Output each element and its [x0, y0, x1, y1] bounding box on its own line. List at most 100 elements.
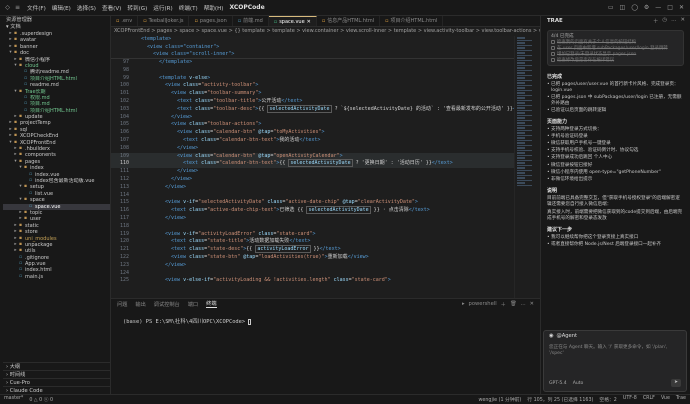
new-chat-icon[interactable]: ＋	[653, 17, 658, 25]
code-line[interactable]: 114	[111, 192, 540, 200]
code-line[interactable]: 123 </view>	[111, 262, 540, 270]
maximize-button[interactable]: □	[667, 4, 673, 11]
chat-input[interactable]: 您正在与 Agent 聊天。输入 '/' 获取更多命令，如 '/plan', '…	[544, 341, 686, 361]
bullet-item: 支持登录成功后跳回 个人中心	[541, 155, 690, 162]
code-line[interactable]: 118	[111, 223, 540, 231]
menu-item[interactable]: 转到(G)	[127, 4, 147, 12]
status-item[interactable]: wengjie (1 分钟前)	[478, 396, 521, 403]
code-token: activityLoadError	[255, 245, 311, 254]
split-icon[interactable]: ◫	[620, 4, 626, 11]
code-line[interactable]: 101 <view class="toolbar-summary">	[111, 90, 540, 98]
more-icon[interactable]: …	[520, 301, 525, 307]
sidebar-panel-header[interactable]: › 时间线	[3, 370, 110, 378]
code-line[interactable]: 116 <text class="active-date-chip-text">已…	[111, 206, 540, 215]
code-line[interactable]: 106 <view class="calendar-btn" @tap="toMy…	[111, 129, 540, 137]
line-number: 111	[119, 168, 129, 175]
history-icon[interactable]: ◷	[662, 17, 667, 25]
more-icon[interactable]: …	[671, 17, 676, 25]
account-icon[interactable]: ◯	[631, 4, 638, 11]
panel-tab[interactable]: 输出	[135, 301, 145, 308]
minimap-line	[517, 39, 532, 41]
code-line[interactable]: 100 <view class="activity-toolbar">	[111, 82, 540, 90]
code-line[interactable]: 104 </view>	[111, 114, 540, 122]
terminal-shell-label[interactable]: powershell	[469, 301, 497, 307]
code-line[interactable]: 121 <text class="state-desc">{{ activityL…	[111, 245, 540, 254]
menu-item[interactable]: 选择(S)	[77, 4, 96, 12]
editor-tab[interactable]: ▫ pages.json	[189, 16, 233, 26]
code-line[interactable]: 105 <view class="toolbar-actions">	[111, 121, 540, 129]
editor-tab[interactable]: ▫ .env	[111, 16, 139, 26]
close-panel-icon[interactable]: ✕	[530, 301, 534, 307]
code-line[interactable]: 107 <text class="calendar-btn-text">我的活动<…	[111, 137, 540, 145]
minimap-line	[517, 154, 532, 156]
settings-icon[interactable]: ⚙	[644, 4, 649, 11]
add-terminal-icon[interactable]: ＋	[501, 301, 506, 308]
code-token: </text>	[289, 238, 311, 245]
terminal-output[interactable]: (base) PS E:\SM\社科\4四川OPC\XCOPCode>	[111, 309, 540, 325]
panel-tab[interactable]: 调试控制台	[154, 301, 180, 308]
panel-tab[interactable]: 问题	[117, 301, 127, 308]
menu-item[interactable]: 终端(T)	[179, 4, 198, 12]
code-line[interactable]: 98	[111, 67, 540, 75]
status-item[interactable]: 0 △ 0 ⓧ 0	[29, 396, 53, 403]
minimize-button[interactable]: —	[655, 4, 661, 11]
code-line[interactable]: 111 </view>	[111, 168, 540, 176]
breadcrumb[interactable]: XCOPFrontEnd > pages > space > space.vue…	[111, 27, 540, 36]
editor-tab[interactable]: ▫ 前端.md	[233, 16, 269, 26]
code-token: <text	[171, 207, 190, 214]
code-line[interactable]: 113 </view>	[111, 184, 540, 192]
close-button[interactable]: ✕	[679, 4, 684, 11]
minimap-line	[517, 179, 532, 181]
code-line[interactable]: 103 <text class="toolbar-desc">{{ selecte…	[111, 104, 540, 114]
status-item[interactable]: UTF-8	[623, 396, 637, 403]
code-line[interactable]: 124	[111, 270, 540, 278]
menu-item[interactable]: 运行(R)	[153, 4, 172, 12]
model-selector[interactable]: GPT-5.4	[549, 381, 567, 386]
close-icon[interactable]: ✕	[307, 17, 311, 27]
menu-item[interactable]: 编辑(E)	[52, 4, 71, 12]
minimap-line	[517, 92, 525, 94]
panel-tab[interactable]: 端口	[188, 301, 198, 308]
menu-icon[interactable]: ≡	[14, 4, 21, 11]
tree-item[interactable]: ▫ main.js	[3, 274, 110, 280]
menu-item[interactable]: 查看(V)	[102, 4, 121, 12]
code-line[interactable]: 117 </view>	[111, 215, 540, 223]
sidebar-panel-header[interactable]: › Claude Code	[3, 386, 110, 394]
editor-tab[interactable]: ▫ 信息产品HTML.html	[317, 16, 381, 26]
code-line[interactable]: 108 </view>	[111, 145, 540, 153]
status-item[interactable]: 空格：2	[599, 396, 616, 403]
status-item[interactable]: CRLF	[643, 396, 655, 403]
trash-icon[interactable]: 🗑	[510, 301, 517, 307]
code-editor[interactable]: <template> <view class="container"> <vie…	[111, 36, 540, 298]
agent-selector[interactable]: ◉ @Agent	[544, 331, 686, 341]
code-line[interactable]: 125 <view v-else-if="activityLoading && !…	[111, 277, 540, 285]
layout-icon[interactable]: ▭	[608, 4, 614, 11]
explorer-section-header[interactable]: ▾ 文档	[3, 24, 110, 31]
panel-tab[interactable]: 终端	[206, 300, 217, 308]
trae-header: TRAE ＋ ◷ … ✕	[541, 16, 690, 26]
menu-item[interactable]: 帮助(H)	[204, 4, 224, 12]
code-line[interactable]: 120 <text class="state-title">活动数据加载失败</t…	[111, 238, 540, 246]
code-line[interactable]: 112 </view>	[111, 176, 540, 184]
editor-tab[interactable]: ▫ space.vue ✕	[268, 16, 317, 27]
code-line[interactable]: 110 <text class="calendar-btn-text">{{ se…	[111, 159, 540, 169]
code-line[interactable]: 99 <template v-else>	[111, 75, 540, 83]
status-item[interactable]: 行 105，列 25 (已选择 1163)	[527, 396, 593, 403]
status-item[interactable]: Vue	[661, 396, 670, 403]
code-line[interactable]: 97 </template>	[111, 59, 540, 67]
status-item[interactable]: Trae	[676, 396, 686, 403]
minimap[interactable]	[514, 36, 540, 298]
bullet-item: 微信获取用户手机号一键登录	[541, 140, 690, 147]
code-token: "state-card"	[351, 277, 388, 284]
agent-input-card: ◉ @Agent 您正在与 Agent 聊天。输入 '/' 获取更多命令，如 '…	[543, 330, 687, 392]
send-button[interactable]: ➤	[671, 379, 681, 387]
editor-tab[interactable]: ▫ TeeballJoker.js	[138, 16, 190, 26]
sidebar-panel-header[interactable]: › 大纲	[3, 362, 110, 370]
editor-tab[interactable]: ▫ 项目介绍HTML.html	[380, 16, 444, 26]
code-line[interactable]: 122 <view class="state-btn" @tap="loadAct…	[111, 254, 540, 262]
close-icon[interactable]: ✕	[680, 17, 685, 25]
menu-item[interactable]: 文件(F)	[27, 4, 46, 12]
status-item[interactable]: master*	[4, 396, 23, 403]
mode-selector[interactable]: Auto	[573, 381, 584, 386]
sidebar-panel-header[interactable]: › Cue-Pro	[3, 378, 110, 386]
